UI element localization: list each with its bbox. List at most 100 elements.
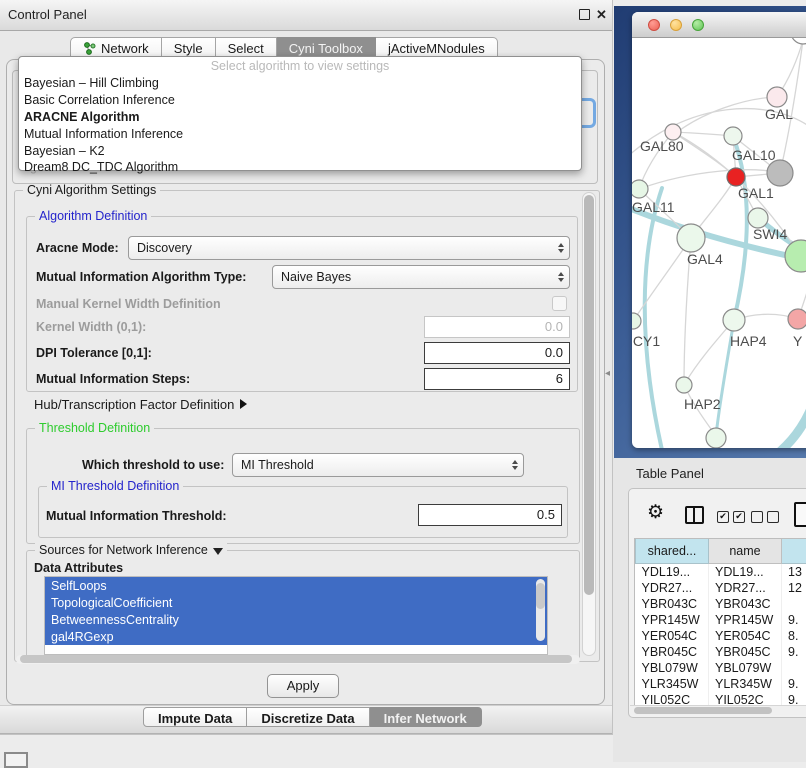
columns-icon[interactable] xyxy=(685,506,704,524)
document-icon[interactable] xyxy=(794,502,806,527)
network-node-gcy1[interactable] xyxy=(632,313,641,329)
attribute-item[interactable]: SelfLoops xyxy=(45,577,547,594)
mac-minimize-icon[interactable] xyxy=(670,19,682,31)
settings-horizontal-scrollbar[interactable] xyxy=(16,655,580,664)
panel-divider-handle[interactable]: ◂ xyxy=(605,368,610,379)
table-row[interactable]: YBR045CYBR045C9. xyxy=(636,644,806,660)
tab-label: jActiveMNodules xyxy=(388,41,485,56)
control-panel: Control Panel ✕ NetworkStyleSelectCyni T… xyxy=(0,0,613,735)
network-canvas[interactable]: GALGAL80GAL10GAL1GAL11GAL4SWI4GCY1HAP4YH… xyxy=(632,38,806,448)
aracne-mode-value: Discovery xyxy=(129,241,553,255)
table-row[interactable]: YDL19...YDL19...13 xyxy=(636,564,806,581)
mi-steps-field[interactable]: 6 xyxy=(424,368,570,390)
table-row[interactable]: YPR145WYPR145W9. xyxy=(636,612,806,628)
kernel-width-field[interactable]: 0.0 xyxy=(424,316,570,338)
network-node[interactable] xyxy=(785,240,806,272)
table-row[interactable]: YER054CYER054C8. xyxy=(636,628,806,644)
gear-icon[interactable]: ⚙ xyxy=(647,501,664,524)
network-node-gal10[interactable] xyxy=(724,127,742,145)
column-header[interactable]: shared... xyxy=(636,539,709,564)
sources-title[interactable]: Sources for Network Inference xyxy=(35,543,227,557)
network-edge[interactable] xyxy=(684,320,734,385)
table-row[interactable]: YDR27...YDR27...12 xyxy=(636,580,806,596)
network-window-titlebar[interactable] xyxy=(632,12,806,38)
list-scrollbar[interactable] xyxy=(536,579,545,641)
tab-impute-data[interactable]: Impute Data xyxy=(143,707,247,727)
network-edge[interactable] xyxy=(772,386,806,448)
network-node-swi4[interactable] xyxy=(748,208,768,228)
tab-label: Select xyxy=(228,41,264,56)
dpi-tolerance-field[interactable]: 0.0 xyxy=(424,342,570,364)
hub-factor-section[interactable]: Hub/Transcription Factor Definition xyxy=(34,397,247,412)
network-node-gal11[interactable] xyxy=(632,180,648,198)
mi-algorithm-type-select[interactable]: Naive Bayes xyxy=(272,265,570,289)
network-node[interactable] xyxy=(767,160,793,186)
network-node-y[interactable] xyxy=(788,309,806,329)
tab-infer-network[interactable]: Infer Network xyxy=(370,707,482,727)
network-node-gal1[interactable] xyxy=(727,168,745,186)
network-node-gal4[interactable] xyxy=(677,224,705,252)
node-label: SWI4 xyxy=(753,226,787,242)
select-all-checks-icon[interactable]: ✔✔ xyxy=(717,511,745,523)
settings-vertical-scrollbar[interactable] xyxy=(582,192,596,656)
table-row[interactable]: YBR043CYBR043C xyxy=(636,596,806,612)
network-node-gal[interactable] xyxy=(767,87,787,107)
attribute-item[interactable]: BetweennessCentrality xyxy=(45,611,547,628)
manual-kernel-checkbox[interactable] xyxy=(552,296,567,311)
algorithm-option[interactable]: Bayesian – K2 xyxy=(19,142,581,159)
kernel-width-label: Kernel Width (0,1): xyxy=(36,320,146,334)
algorithm-option[interactable]: ARACNE Algorithm xyxy=(19,109,581,126)
float-panel-icon[interactable] xyxy=(579,9,590,20)
table-horizontal-scrollbar[interactable] xyxy=(630,705,806,715)
table-cell: YBR045C xyxy=(709,644,782,660)
table-cell: 13 xyxy=(782,564,806,581)
column-header[interactable]: name xyxy=(709,539,782,564)
network-edge[interactable] xyxy=(645,188,662,448)
algorithm-option[interactable]: Basic Correlation Inference xyxy=(19,92,581,109)
network-edge[interactable] xyxy=(633,238,691,321)
table-panel-title: Table Panel xyxy=(636,466,704,481)
tab-discretize-data[interactable]: Discretize Data xyxy=(247,707,369,727)
mi-threshold-field[interactable]: 0.5 xyxy=(418,504,562,526)
mac-zoom-icon[interactable] xyxy=(692,19,704,31)
control-panel-titlebar: Control Panel ✕ xyxy=(0,0,612,31)
attribute-item[interactable]: gal4RGexp xyxy=(45,628,547,645)
network-node-hap4[interactable] xyxy=(723,309,745,331)
algorithm-option[interactable]: Mutual Information Inference xyxy=(19,125,581,142)
algorithm-dropdown-list[interactable]: Select algorithm to view settings Bayesi… xyxy=(18,56,582,171)
node-label: GAL11 xyxy=(632,199,675,215)
apply-button[interactable]: Apply xyxy=(267,674,339,698)
close-panel-icon[interactable]: ✕ xyxy=(596,9,608,21)
table-cell: YER054C xyxy=(636,628,709,644)
which-threshold-select[interactable]: MI Threshold xyxy=(232,453,524,477)
collapse-down-icon[interactable] xyxy=(213,548,223,555)
network-edge[interactable] xyxy=(676,97,777,133)
network-node[interactable] xyxy=(791,38,806,44)
expand-right-icon[interactable] xyxy=(240,399,247,409)
network-view-frame: GALGAL80GAL10GAL1GAL11GAL4SWI4GCY1HAP4YH… xyxy=(614,6,806,458)
table-cell: YDR27... xyxy=(709,580,782,596)
minimized-window-icon[interactable] xyxy=(4,752,28,768)
network-node[interactable] xyxy=(706,428,726,448)
table-row[interactable]: YBL079WYBL079W xyxy=(636,660,806,676)
node-label: GAL10 xyxy=(732,147,776,163)
manual-kernel-label: Manual Kernel Width Definition xyxy=(36,297,221,311)
aracne-mode-select[interactable]: Discovery xyxy=(128,236,570,260)
node-attribute-table[interactable]: shared...nameAYDL19...YDL19...13YDR27...… xyxy=(634,538,806,708)
settings-group-title: Cyni Algorithm Settings xyxy=(23,183,160,197)
mac-close-icon[interactable] xyxy=(648,19,660,31)
table-cell xyxy=(782,596,806,612)
algorithm-definition-title: Algorithm Definition xyxy=(35,209,151,223)
algorithm-option[interactable]: Dream8 DC_TDC Algorithm xyxy=(19,159,581,176)
table-row[interactable]: YLR345WYLR345W9. xyxy=(636,676,806,692)
algorithm-option[interactable]: Bayesian – Hill Climbing xyxy=(19,75,581,92)
column-header[interactable]: A xyxy=(782,539,806,564)
network-node-hap2[interactable] xyxy=(676,377,692,393)
attribute-item[interactable]: TopologicalCoefficient xyxy=(45,594,547,611)
table-cell: YER054C xyxy=(709,628,782,644)
mi-threshold-definition-title: MI Threshold Definition xyxy=(47,479,183,493)
table-cell: 9. xyxy=(782,644,806,660)
data-attributes-list[interactable]: SelfLoopsTopologicalCoefficientBetweenne… xyxy=(44,576,548,655)
network-window[interactable]: GALGAL80GAL10GAL1GAL11GAL4SWI4GCY1HAP4YH… xyxy=(632,12,806,448)
deselect-all-checks-icon[interactable] xyxy=(751,511,779,523)
